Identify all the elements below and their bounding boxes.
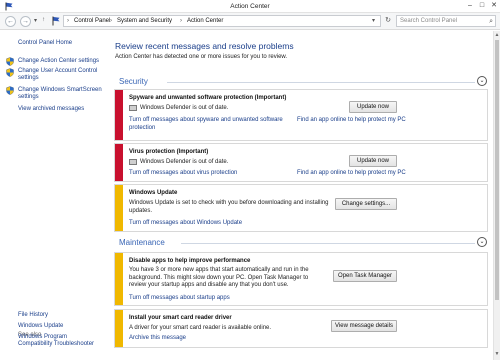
spyware-protection-card: Spyware and unwanted software protection… [114, 89, 488, 141]
breadcrumb-action-center[interactable]: Action Center [187, 16, 223, 27]
find-app-online-link[interactable]: Find an app online to help protect my PC [297, 117, 406, 125]
sidebar-compatibility-troubleshooter[interactable]: Windows Program Compatibility Troublesho… [18, 334, 102, 348]
collapse-chevron-icon[interactable]: ⌄ [477, 76, 487, 86]
security-section-header[interactable]: Security ⌄ [107, 75, 493, 87]
address-dropdown-icon[interactable]: ▾ [372, 16, 375, 27]
warning-status-bar [115, 185, 123, 231]
scroll-thumb[interactable] [495, 40, 499, 300]
breadcrumb-separator: › [67, 18, 69, 24]
maximize-button[interactable]: □ [476, 1, 488, 11]
vertical-scrollbar[interactable]: ▲ ▼ [493, 31, 500, 360]
navigation-toolbar: ← → ▾ ↑ › Control Panel › System and Sec… [0, 13, 500, 30]
window-title: Action Center [230, 3, 270, 10]
card-title: Spyware and unwanted software protection… [129, 95, 287, 101]
turn-off-virus-messages-link[interactable]: Turn off messages about virus protection [129, 170, 237, 178]
change-settings-button[interactable]: Change settings... [335, 198, 397, 210]
defender-icon [129, 159, 137, 165]
maintenance-section-label: Maintenance [119, 238, 165, 247]
update-now-button[interactable]: Update now [349, 101, 397, 113]
search-input[interactable]: Search Control Panel [400, 18, 457, 24]
card-body-text: Windows Update is set to check with you … [129, 200, 329, 214]
warning-status-bar [115, 310, 123, 347]
windows-update-card: Windows Update Windows Update is set to … [114, 184, 488, 232]
page-title: Review recent messages and resolve probl… [115, 41, 294, 51]
sidebar-windows-update[interactable]: Windows Update [18, 323, 63, 330]
smart-card-driver-card: Install your smart card reader driver A … [114, 309, 488, 348]
back-button[interactable]: ← [5, 16, 16, 27]
sidebar-change-uac-settings[interactable]: Change User Account Control settings [18, 68, 104, 82]
forward-arrow-icon: → [22, 18, 29, 25]
breadcrumb-control-panel[interactable]: Control Panel [74, 16, 110, 27]
important-status-bar [115, 144, 123, 181]
main-content: Review recent messages and resolve probl… [107, 31, 493, 360]
card-status-text: Windows Defender is out of date. [140, 105, 229, 111]
card-title: Disable apps to help improve performance [129, 258, 251, 264]
update-now-button[interactable]: Update now [349, 155, 397, 167]
page-subtitle: Action Center has detected one or more i… [115, 54, 288, 60]
important-status-bar [115, 90, 123, 140]
turn-off-spyware-messages-link[interactable]: Turn off messages about spyware and unwa… [129, 117, 284, 132]
security-section-label: Security [119, 77, 148, 86]
section-divider [167, 82, 475, 83]
sidebar-file-history[interactable]: File History [18, 312, 48, 319]
control-panel-flag-icon [52, 16, 60, 26]
turn-off-windows-update-messages-link[interactable]: Turn off messages about Windows Update [129, 220, 242, 228]
warning-status-bar [115, 253, 123, 305]
sidebar-change-smartscreen-settings[interactable]: Change Windows SmartScreen settings [18, 87, 106, 101]
uac-shield-icon [6, 86, 14, 95]
close-button[interactable]: ✕ [488, 1, 500, 11]
breadcrumb-system-and-security[interactable]: System and Security [117, 16, 172, 27]
defender-icon [129, 105, 137, 111]
minimize-button[interactable]: – [464, 1, 476, 11]
uac-shield-icon [6, 57, 14, 66]
card-title: Virus protection (Important) [129, 149, 209, 155]
breadcrumb[interactable]: › Control Panel › System and Security › … [63, 15, 381, 27]
scroll-up-icon[interactable]: ▲ [494, 32, 500, 39]
disable-apps-card: Disable apps to help improve performance… [114, 252, 488, 306]
sidebar-change-action-center-settings[interactable]: Change Action Center settings [18, 58, 99, 65]
sidebar-control-panel-home[interactable]: Control Panel Home [18, 40, 72, 47]
up-arrow-icon[interactable]: ↑ [42, 17, 45, 23]
maintenance-section-header[interactable]: Maintenance ⌄ [107, 236, 493, 248]
breadcrumb-separator: › [180, 18, 182, 24]
card-body-text: You have 3 or more new apps that start a… [129, 267, 309, 288]
refresh-icon[interactable]: ↻ [383, 15, 393, 27]
card-title: Install your smart card reader driver [129, 315, 232, 321]
virus-protection-card: Virus protection (Important) Windows Def… [114, 143, 488, 182]
sidebar: Control Panel Home Change Action Center … [0, 31, 107, 360]
collapse-chevron-icon[interactable]: ⌄ [477, 237, 487, 247]
section-divider [181, 243, 475, 244]
recent-locations-chevron-icon[interactable]: ▾ [34, 17, 37, 24]
sidebar-view-archived-messages[interactable]: View archived messages [18, 106, 84, 113]
open-task-manager-button[interactable]: Open Task Manager [333, 270, 397, 282]
scroll-down-icon[interactable]: ▼ [494, 351, 500, 358]
card-body-text: A driver for your smart card reader is a… [129, 325, 272, 331]
forward-button[interactable]: → [20, 16, 31, 27]
card-status-text: Windows Defender is out of date. [140, 159, 229, 165]
title-bar: Action Center – □ ✕ [0, 0, 500, 13]
archive-message-link[interactable]: Archive this message [129, 335, 186, 343]
card-title: Windows Update [129, 190, 178, 196]
view-message-details-button[interactable]: View message details [331, 320, 397, 332]
turn-off-startup-apps-messages-link[interactable]: Turn off messages about startup apps [129, 295, 230, 303]
breadcrumb-separator: › [110, 18, 112, 24]
back-arrow-icon: ← [7, 18, 14, 25]
find-app-online-link[interactable]: Find an app online to help protect my PC [297, 170, 406, 178]
search-box[interactable]: Search Control Panel ⌕ [396, 15, 496, 27]
search-icon[interactable]: ⌕ [489, 16, 493, 27]
uac-shield-icon [6, 68, 14, 77]
